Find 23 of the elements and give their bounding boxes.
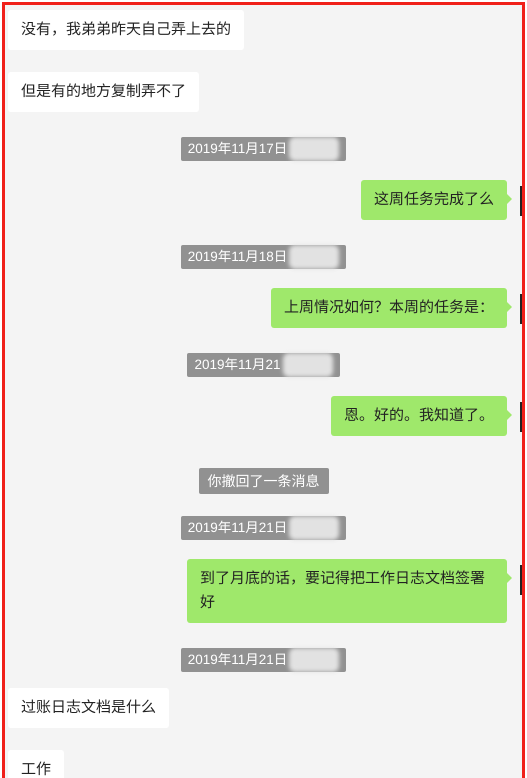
message-bubble: 没有，我弟弟昨天自己弄上去的 bbox=[8, 10, 244, 50]
timestamp: 2019年11月21日 bbox=[188, 651, 288, 669]
redaction-blur bbox=[289, 245, 340, 269]
timestamp: 2019年11月21 bbox=[194, 356, 281, 374]
timestamp: 2019年11月17日 bbox=[188, 140, 288, 158]
bubble-tail bbox=[507, 573, 512, 583]
timestamp: 2019年11月21日 bbox=[188, 519, 288, 537]
bubble-tail bbox=[507, 302, 512, 312]
message-bubble: 上周情况如何？本周的任务是： bbox=[270, 288, 507, 328]
redaction-blur bbox=[289, 648, 340, 672]
redaction-blur bbox=[289, 516, 340, 540]
redaction-blur bbox=[282, 353, 333, 377]
system-notice: 你撤回了一条消息 bbox=[198, 468, 328, 494]
message-bubble: 到了月底的话，要记得把工作日志文档签署好 bbox=[187, 559, 507, 623]
message-bubble: 这周任务完成了么 bbox=[360, 180, 507, 220]
bubble-tail bbox=[507, 194, 512, 204]
redaction-blur bbox=[289, 137, 340, 161]
message-bubble: 过账日志文档是什么 bbox=[8, 688, 170, 728]
timestamp: 2019年11月18日 bbox=[188, 248, 288, 266]
message-bubble: 工作 bbox=[8, 750, 64, 778]
bubble-tail bbox=[507, 410, 512, 420]
message-bubble: 但是有的地方复制弄不了 bbox=[8, 72, 200, 112]
message-bubble: 恩。好的。我知道了。 bbox=[330, 396, 507, 436]
